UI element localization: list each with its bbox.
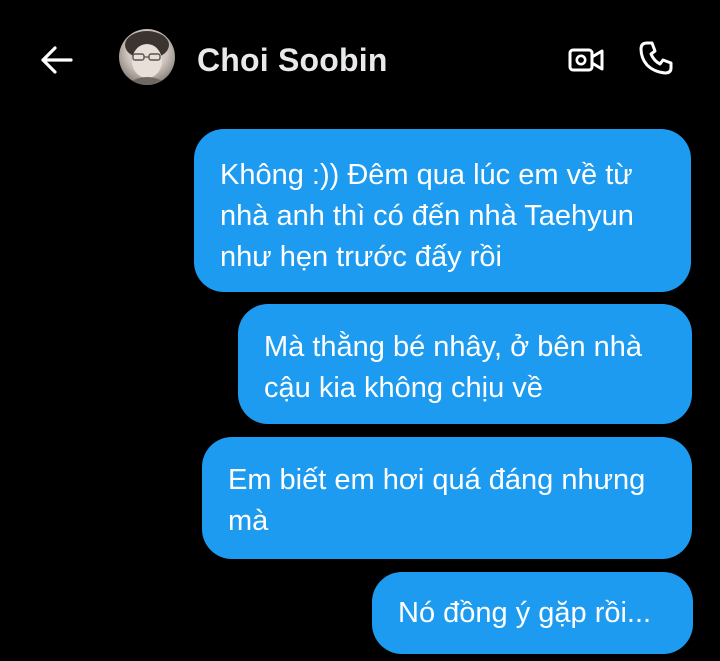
phone-icon	[639, 41, 673, 75]
avatar[interactable]	[119, 29, 175, 85]
avatar-photo-icon	[125, 31, 169, 85]
chat-header: Choi Soobin	[0, 0, 720, 118]
video-camera-icon	[568, 48, 604, 72]
contact-name[interactable]: Choi Soobin	[197, 38, 388, 82]
message-bubble-outgoing[interactable]: Nó đồng ý gặp rồi...	[372, 572, 693, 654]
arrow-left-icon	[41, 46, 73, 74]
back-button[interactable]	[34, 38, 78, 82]
video-call-button[interactable]	[564, 38, 608, 82]
message-bubble-outgoing[interactable]: Không :)) Đêm qua lúc em về từ nhà anh t…	[194, 129, 691, 292]
message-bubble-outgoing[interactable]: Em biết em hơi quá đáng nhưng mà	[202, 437, 692, 559]
voice-call-button[interactable]	[634, 36, 678, 80]
message-bubble-outgoing[interactable]: Mà thằng bé nhây, ở bên nhà cậu kia khôn…	[238, 304, 692, 424]
